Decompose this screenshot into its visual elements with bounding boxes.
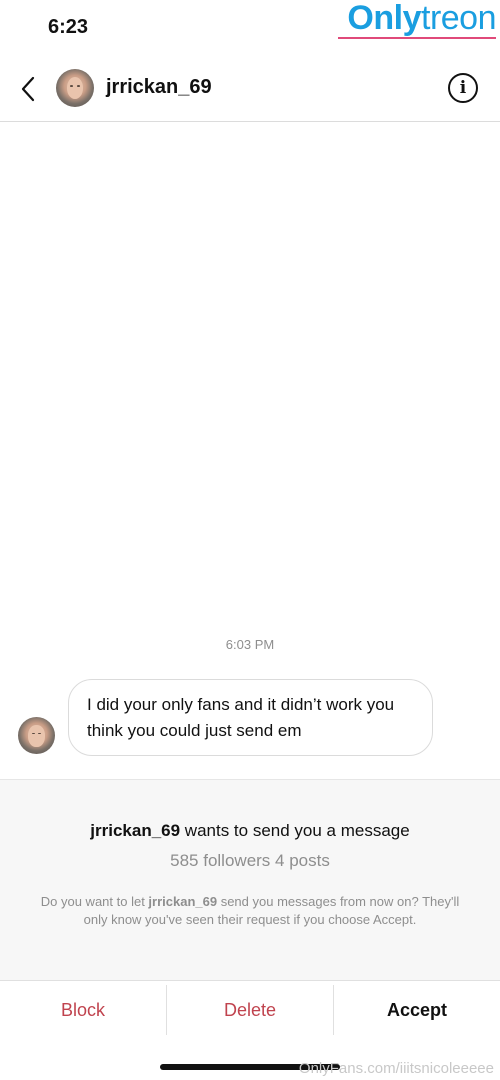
request-username[interactable]: jrrickan_69 [90, 821, 180, 840]
accept-button[interactable]: Accept [334, 981, 500, 1039]
request-title: jrrickan_69 wants to send you a message [0, 821, 500, 841]
watermark-logo: Onlytreon [347, 0, 496, 38]
watermark-underline [338, 37, 496, 39]
message-request-panel: jrrickan_69 wants to send you a message … [0, 779, 500, 981]
delete-button[interactable]: Delete [167, 981, 333, 1039]
back-button[interactable] [14, 74, 42, 104]
info-icon: i [459, 78, 467, 98]
chat-header: jrrickan_69 i [0, 56, 500, 122]
chevron-left-icon [21, 76, 35, 102]
watermark-logo-part-b: treon [421, 0, 497, 37]
request-desc-username: jrrickan_69 [148, 894, 218, 909]
status-time: 6:23 [48, 16, 89, 38]
watermark-logo-part-a: Only [347, 0, 421, 37]
watermark-footer: OnlyFans.com/iiitsnicoleeeee [298, 1060, 494, 1077]
header-username[interactable]: jrrickan_69 [106, 76, 212, 99]
request-title-suffix: wants to send you a message [180, 821, 410, 840]
message-timestamp: 6:03 PM [225, 637, 275, 652]
info-button[interactable]: i [448, 73, 478, 103]
sender-avatar[interactable] [18, 717, 55, 754]
avatar[interactable] [56, 69, 94, 107]
request-desc-prefix: Do you want to let [40, 894, 149, 909]
request-stats: 585 followers 4 posts [170, 851, 330, 870]
request-actions: Block Delete Accept [0, 981, 500, 1039]
request-description: Do you want to let jrrickan_69 send you … [34, 893, 466, 929]
message-bubble[interactable]: I did your only fans and it didn’t work … [68, 679, 433, 756]
status-bar: 6:23 Onlytreon [0, 0, 500, 56]
block-button[interactable]: Block [0, 981, 166, 1039]
